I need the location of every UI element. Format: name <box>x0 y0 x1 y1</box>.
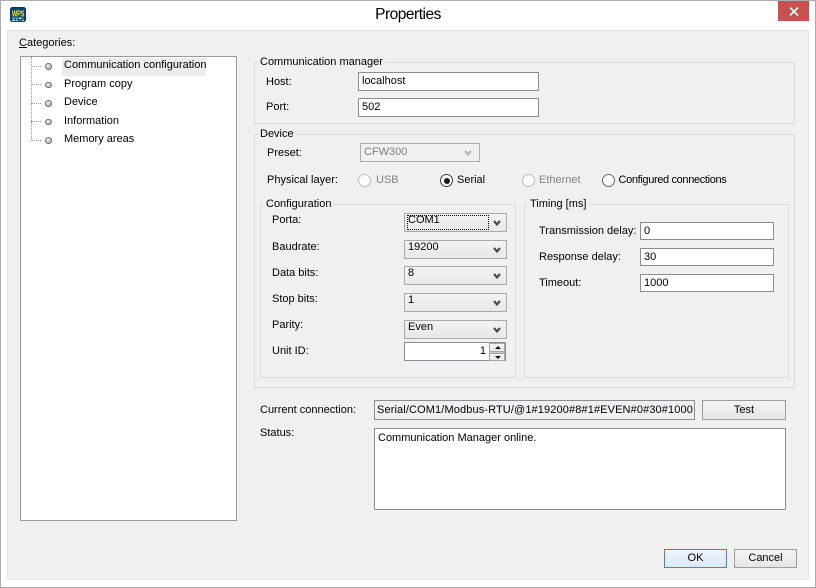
svg-text:WPS: WPS <box>12 9 25 18</box>
